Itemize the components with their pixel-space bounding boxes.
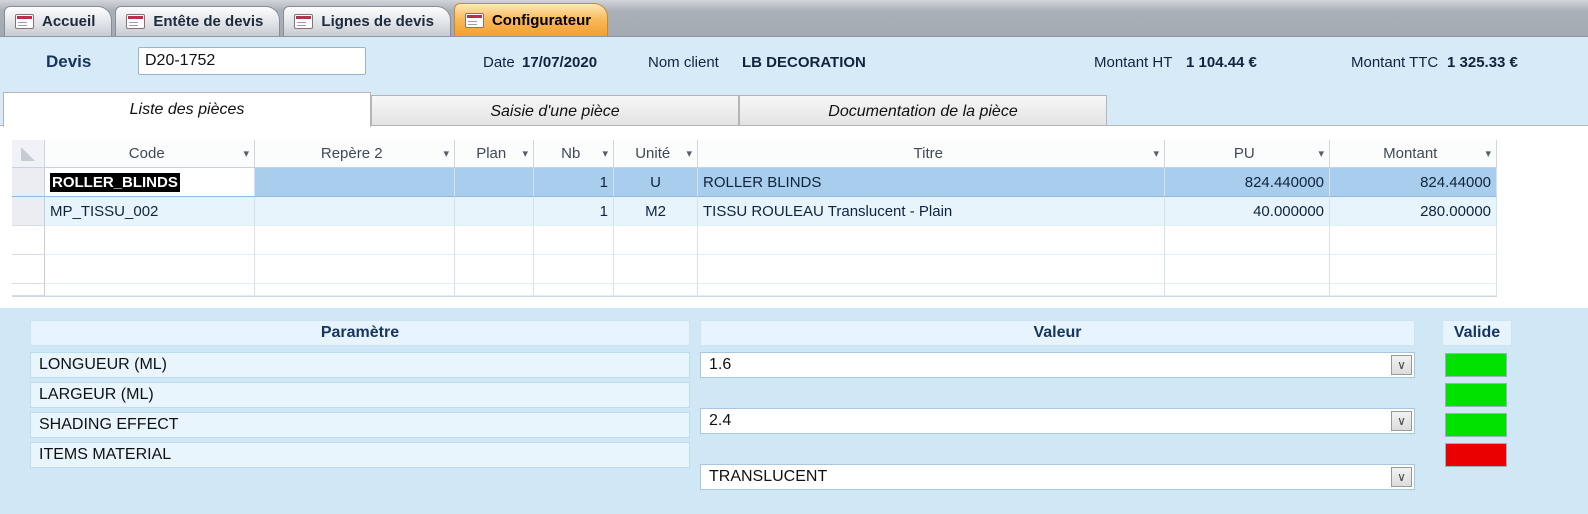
table-row-empty[interactable] <box>12 255 1497 284</box>
parameters-section: Paramètre Valeur Valide LONGUEUR (ML) 1.… <box>0 308 1588 514</box>
pieces-list-panel: Code ▾ Repère 2 ▾ Plan ▾ Nb ▾ Unité ▾ <box>0 126 1588 308</box>
row-selector[interactable] <box>12 255 45 284</box>
tab-label: Accueil <box>42 13 95 30</box>
column-header-plan[interactable]: Plan ▾ <box>455 140 534 168</box>
form-icon <box>294 14 313 29</box>
filter-dropdown-icon[interactable]: ▾ <box>243 147 249 160</box>
tab-label: Lignes de devis <box>321 13 434 30</box>
cell-unite[interactable]: U <box>614 168 698 197</box>
devis-label: Devis <box>46 52 91 72</box>
montant-ttc-value: 1 325.33 € <box>1447 54 1518 71</box>
tab-label: Entête de devis <box>153 13 263 30</box>
montant-ttc-label: Montant TTC <box>1351 54 1438 71</box>
devis-number-input[interactable] <box>138 47 366 75</box>
filter-dropdown-icon[interactable]: ▾ <box>602 147 608 160</box>
valid-indicator-items-material <box>1445 443 1507 467</box>
row-selector[interactable] <box>12 284 45 296</box>
date-label: Date <box>483 54 515 71</box>
param-label-longueur: LONGUEUR (ML) <box>30 352 690 378</box>
row-selector[interactable] <box>12 197 45 226</box>
table-row-mp-tissu-002[interactable]: MP_TISSU_002 1 M2 TISSU ROULEAU Transluc… <box>12 197 1497 226</box>
cell-pu[interactable]: 824.440000 <box>1165 168 1330 197</box>
valid-indicator-shading-effect <box>1445 413 1507 437</box>
montant-ht-value: 1 104.44 € <box>1186 54 1257 71</box>
row-selector[interactable] <box>12 226 45 255</box>
param-value-largeur[interactable]: 2.4 ∨ <box>700 408 1415 434</box>
filter-dropdown-icon[interactable]: ▾ <box>1318 147 1324 160</box>
sub-tab-bar: Liste des pièces Saisie d'une pièce Docu… <box>0 92 1588 126</box>
column-header-titre[interactable]: Titre ▾ <box>698 140 1165 168</box>
cell-titre[interactable]: ROLLER BLINDS <box>698 168 1165 197</box>
row-selector[interactable] <box>12 168 45 197</box>
form-icon <box>465 13 484 28</box>
select-all-triangle-icon <box>21 147 35 161</box>
cell-nb[interactable]: 1 <box>534 168 614 197</box>
param-value-shading-effect[interactable]: TRANSLUCENT ∨ <box>700 464 1415 490</box>
filter-dropdown-icon[interactable]: ▾ <box>1485 147 1491 160</box>
cell-montant[interactable]: 824.44000 <box>1330 168 1497 197</box>
cell-code[interactable]: MP_TISSU_002 <box>45 197 255 226</box>
cell-pu[interactable]: 40.000000 <box>1165 197 1330 226</box>
valid-indicator-longueur <box>1445 353 1507 377</box>
table-row-empty[interactable] <box>12 284 1497 296</box>
form-icon <box>126 14 145 29</box>
tab-entete-de-devis[interactable]: Entête de devis <box>115 6 280 36</box>
montant-ht-label: Montant HT <box>1094 54 1172 71</box>
valeur-column-header: Valeur <box>700 320 1415 346</box>
tab-label: Configurateur <box>492 12 591 29</box>
column-header-code[interactable]: Code ▾ <box>45 140 255 168</box>
parametre-column-header: Paramètre <box>30 320 690 346</box>
tab-lignes-de-devis[interactable]: Lignes de devis <box>283 6 451 36</box>
valid-indicator-largeur <box>1445 383 1507 407</box>
table-row-roller-blinds[interactable]: ROLLER_BLINDS 1 U ROLLER BLINDS 824.4400… <box>12 168 1497 197</box>
date-value: 17/07/2020 <box>522 54 597 71</box>
tab-configurateur[interactable]: Configurateur <box>454 3 608 36</box>
cell-unite[interactable]: M2 <box>614 197 698 226</box>
cell-repere2[interactable] <box>255 197 455 226</box>
cell-code[interactable]: ROLLER_BLINDS <box>45 168 255 197</box>
filter-dropdown-icon[interactable]: ▾ <box>1153 147 1159 160</box>
combo-dropdown-button[interactable]: ∨ <box>1391 467 1412 487</box>
param-value-longueur[interactable]: 1.6 ∨ <box>700 352 1415 378</box>
pieces-datasheet: Code ▾ Repère 2 ▾ Plan ▾ Nb ▾ Unité ▾ <box>12 140 1497 297</box>
client-label: Nom client <box>648 54 719 71</box>
column-header-pu[interactable]: PU ▾ <box>1165 140 1330 168</box>
filter-dropdown-icon[interactable]: ▾ <box>686 147 692 160</box>
table-row-empty[interactable] <box>12 226 1497 255</box>
client-value: LB DECORATION <box>742 54 866 71</box>
filter-dropdown-icon[interactable]: ▾ <box>522 147 528 160</box>
cell-nb[interactable]: 1 <box>534 197 614 226</box>
param-label-largeur: LARGEUR (ML) <box>30 382 690 408</box>
select-all-cell[interactable] <box>12 140 45 168</box>
subtab-liste-des-pieces[interactable]: Liste des pièces <box>3 92 371 127</box>
param-label-items-material: ITEMS MATERIAL <box>30 442 690 468</box>
tab-accueil[interactable]: Accueil <box>4 6 112 36</box>
quote-header-band: Devis Date 17/07/2020 Nom client LB DECO… <box>0 37 1588 90</box>
subtab-saisie-dune-piece[interactable]: Saisie d'une pièce <box>371 95 739 126</box>
column-header-repere2[interactable]: Repère 2 ▾ <box>255 140 455 168</box>
cell-repere2[interactable] <box>255 168 455 197</box>
cell-titre[interactable]: TISSU ROULEAU Translucent - Plain <box>698 197 1165 226</box>
param-label-shading-effect: SHADING EFFECT <box>30 412 690 438</box>
filter-dropdown-icon[interactable]: ▾ <box>443 147 449 160</box>
cell-plan[interactable] <box>455 168 534 197</box>
document-tab-strip: Accueil Entête de devis Lignes de devis … <box>0 0 1588 37</box>
column-header-unite[interactable]: Unité ▾ <box>614 140 698 168</box>
access-configurator-window: Accueil Entête de devis Lignes de devis … <box>0 0 1588 514</box>
combo-dropdown-button[interactable]: ∨ <box>1391 411 1412 431</box>
column-header-montant[interactable]: Montant ▾ <box>1330 140 1497 168</box>
combo-dropdown-button[interactable]: ∨ <box>1391 355 1412 375</box>
column-header-nb[interactable]: Nb ▾ <box>534 140 614 168</box>
datasheet-header-row: Code ▾ Repère 2 ▾ Plan ▾ Nb ▾ Unité ▾ <box>12 140 1497 168</box>
cell-montant[interactable]: 280.00000 <box>1330 197 1497 226</box>
subtab-documentation-de-la-piece[interactable]: Documentation de la pièce <box>739 95 1107 126</box>
valide-column-header: Valide <box>1442 320 1512 346</box>
form-icon <box>15 14 34 29</box>
cell-plan[interactable] <box>455 197 534 226</box>
